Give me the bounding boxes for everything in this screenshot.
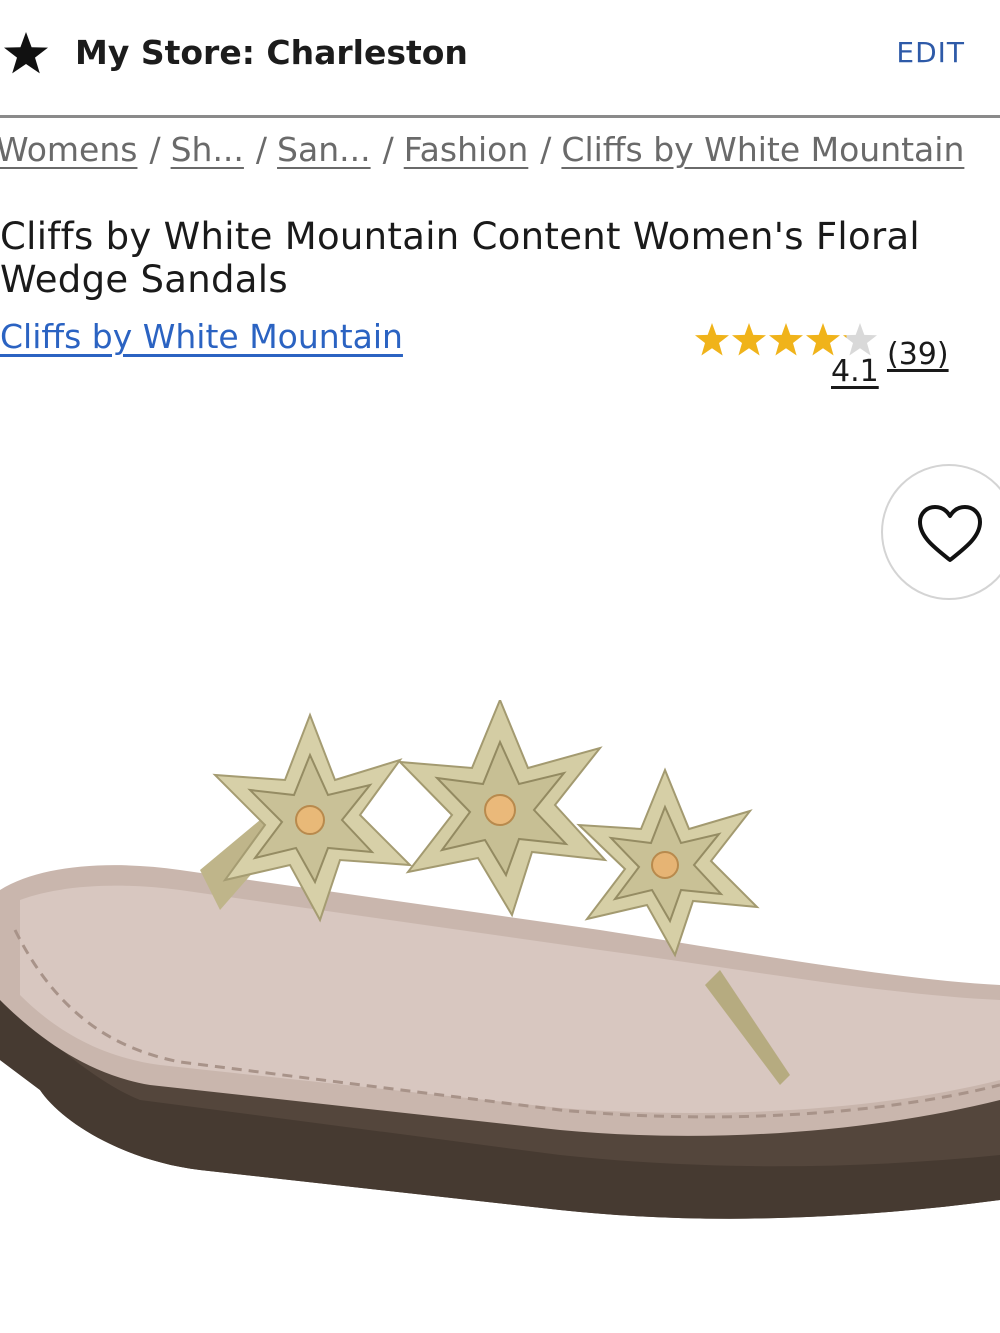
breadcrumb-item-shoes[interactable]: Sh... <box>171 130 244 169</box>
rating-stars[interactable] <box>694 320 884 358</box>
flower-right <box>576 767 760 958</box>
flower-center <box>397 700 608 918</box>
star-filled-icon <box>769 323 803 356</box>
star-filled-icon <box>806 323 840 356</box>
store-label: My Store: Charleston <box>75 33 468 72</box>
favorite-button[interactable] <box>881 464 1000 600</box>
breadcrumb-item-womens[interactable]: Womens <box>0 130 137 169</box>
breadcrumb: Womens / Sh... / San... / Fashion / Cliffs by Wh… <box>0 130 1000 169</box>
heart-icon <box>918 505 982 562</box>
star-filled-icon <box>695 323 729 356</box>
review-count-link[interactable]: (39) <box>887 337 949 372</box>
star-icon <box>4 32 48 74</box>
store-bar: My Store: Charleston EDIT <box>0 0 1000 118</box>
brand-link[interactable]: Cliffs by White Mountain <box>0 317 403 356</box>
edit-store-button[interactable]: EDIT <box>896 36 965 69</box>
rating-value[interactable]: 4.1 <box>831 354 879 389</box>
breadcrumb-item-sandals[interactable]: San... <box>277 130 371 169</box>
breadcrumb-separator: / <box>382 130 394 169</box>
star-filled-icon <box>732 323 766 356</box>
breadcrumb-separator: / <box>149 130 161 169</box>
breadcrumb-separator: / <box>255 130 268 169</box>
breadcrumb-separator: / <box>540 130 552 169</box>
product-title: Cliffs by White Mountain Content Women's… <box>0 215 921 301</box>
breadcrumb-item-brand[interactable]: Cliffs by White Mountain <box>561 130 964 169</box>
product-image[interactable] <box>0 700 1000 1240</box>
star-partial-icon <box>843 323 877 356</box>
breadcrumb-item-fashion[interactable]: Fashion <box>404 130 529 169</box>
